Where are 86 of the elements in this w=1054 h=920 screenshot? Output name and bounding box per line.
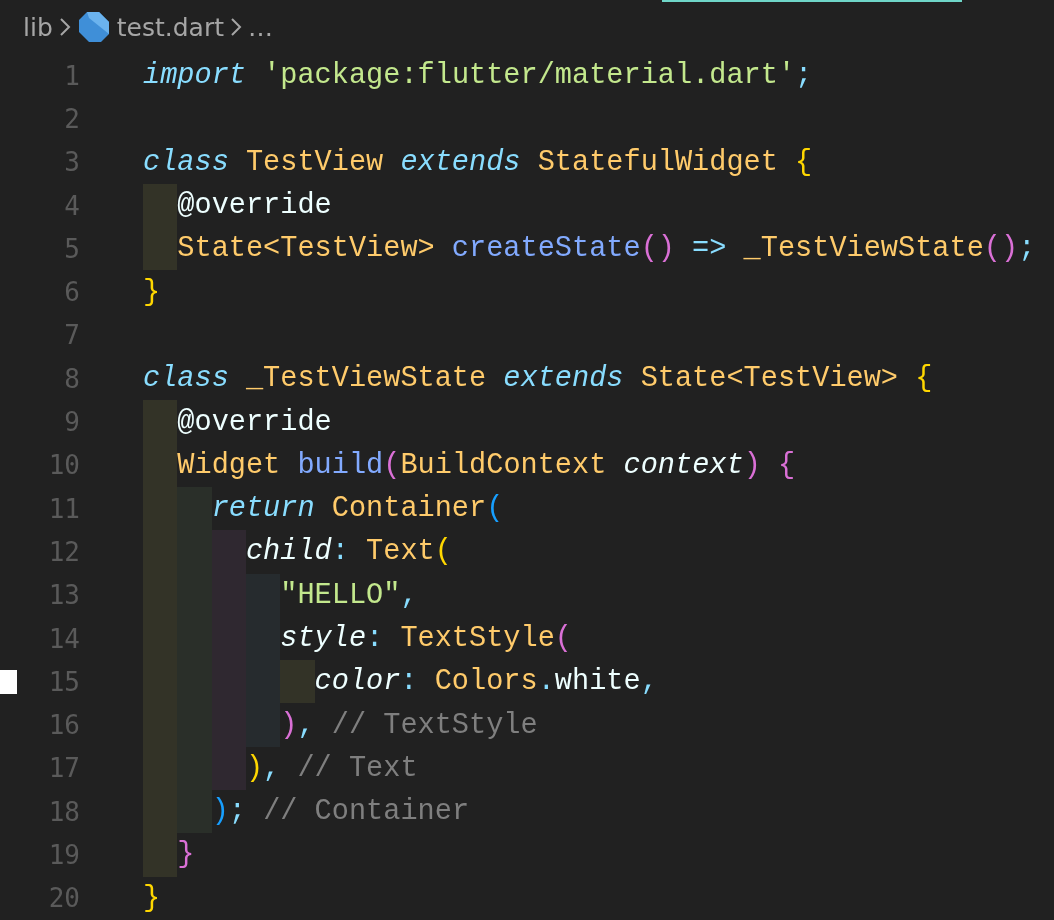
keyword: class: [143, 145, 229, 179]
line-number: 6: [64, 277, 80, 308]
line-number: 17: [48, 753, 80, 784]
code-comment: // TextStyle: [330, 708, 538, 742]
bracket: {: [776, 448, 796, 482]
line-number: 19: [48, 840, 80, 870]
line-number: 11: [48, 493, 80, 524]
punctuation: .: [537, 665, 555, 699]
bracket: (: [486, 492, 504, 526]
type-name: BuildContext: [400, 448, 607, 482]
bracket: (: [434, 535, 452, 569]
parameter-name: color: [314, 665, 401, 699]
bracket: }: [143, 275, 161, 309]
keyword: class: [143, 362, 229, 396]
type-name: Colors: [433, 665, 538, 699]
line-number: 7: [64, 320, 80, 351]
punctuation: ;: [795, 59, 813, 93]
bracket: }: [143, 881, 161, 915]
type-name: State<TestView>: [177, 232, 435, 266]
type-name: _TestViewState: [742, 232, 984, 266]
identifier: white: [554, 665, 641, 699]
line-number: 15: [48, 666, 80, 697]
breadcrumb-item[interactable]: lib: [23, 12, 53, 42]
line-number: 2: [64, 103, 80, 134]
function-name: build: [296, 448, 384, 482]
bracket: }: [177, 838, 195, 872]
type-name: Container: [330, 492, 487, 526]
parameter-name: context: [622, 448, 744, 482]
keyword: return: [211, 492, 315, 526]
bracket: {: [794, 145, 813, 179]
punctuation: ,: [400, 578, 418, 612]
identifier: @override: [177, 189, 332, 223]
line-number: 16: [48, 710, 80, 741]
bracket: ): [245, 751, 264, 785]
punctuation: :: [331, 535, 349, 569]
line-number: 9: [64, 407, 80, 437]
breadcrumb-item[interactable]: test.dart: [116, 12, 224, 42]
punctuation: ,: [297, 708, 315, 742]
punctuation: ,: [263, 751, 281, 785]
dart-logo-icon: [76, 10, 111, 44]
line-number: 1: [64, 60, 80, 91]
keyword: extends: [502, 362, 624, 396]
string-literal: 'package:flutter/material.dart': [262, 59, 796, 93]
line-number: 18: [48, 796, 80, 827]
punctuation: ,: [640, 665, 658, 699]
punctuation: :: [366, 622, 384, 655]
code-comment: // Container: [262, 795, 470, 829]
more-crumb[interactable]: …: [248, 12, 273, 42]
identifier: @override: [177, 405, 332, 439]
line-number: 8: [64, 363, 80, 394]
line-number: 13: [48, 580, 80, 611]
bracket: ): [211, 795, 229, 829]
line-number: 3: [64, 147, 80, 178]
line-number: 4: [64, 190, 80, 221]
type-name: StatefulWidget: [536, 145, 778, 179]
bracket: (: [383, 448, 401, 482]
keyword: extends: [399, 145, 521, 179]
punctuation: ;: [228, 795, 246, 829]
bracket: ): [280, 708, 298, 742]
bracket: (: [554, 622, 572, 655]
bracket: (): [640, 232, 675, 266]
type-name: Text: [365, 535, 435, 569]
line-number: 5: [64, 233, 80, 264]
type-name: State<TestView>: [639, 362, 898, 396]
function-name: createState: [450, 232, 641, 266]
punctuation: ;: [1018, 232, 1036, 266]
punctuation: =>: [691, 232, 727, 266]
line-number: 14: [48, 623, 80, 654]
type-name: TextStyle: [399, 622, 555, 655]
type-name: _TestViewState: [244, 362, 487, 396]
chevron-right-icon: [230, 17, 242, 37]
chevron-right-icon: [58, 17, 71, 37]
keyword: import: [143, 59, 246, 93]
parameter-name: child: [245, 535, 332, 569]
bracket: ): [743, 448, 761, 482]
type-name: TestView: [244, 145, 384, 179]
string-literal: "HELLO": [280, 578, 401, 612]
parameter-name: style: [280, 622, 367, 655]
code-comment: // Text: [296, 751, 418, 785]
bracket: (): [983, 232, 1019, 266]
line-number: 20: [48, 883, 80, 914]
punctuation: :: [400, 665, 418, 699]
bracket: {: [914, 362, 933, 396]
line-number: 12: [48, 536, 80, 567]
line-number: 10: [48, 450, 80, 481]
type-name: Widget: [177, 448, 281, 482]
